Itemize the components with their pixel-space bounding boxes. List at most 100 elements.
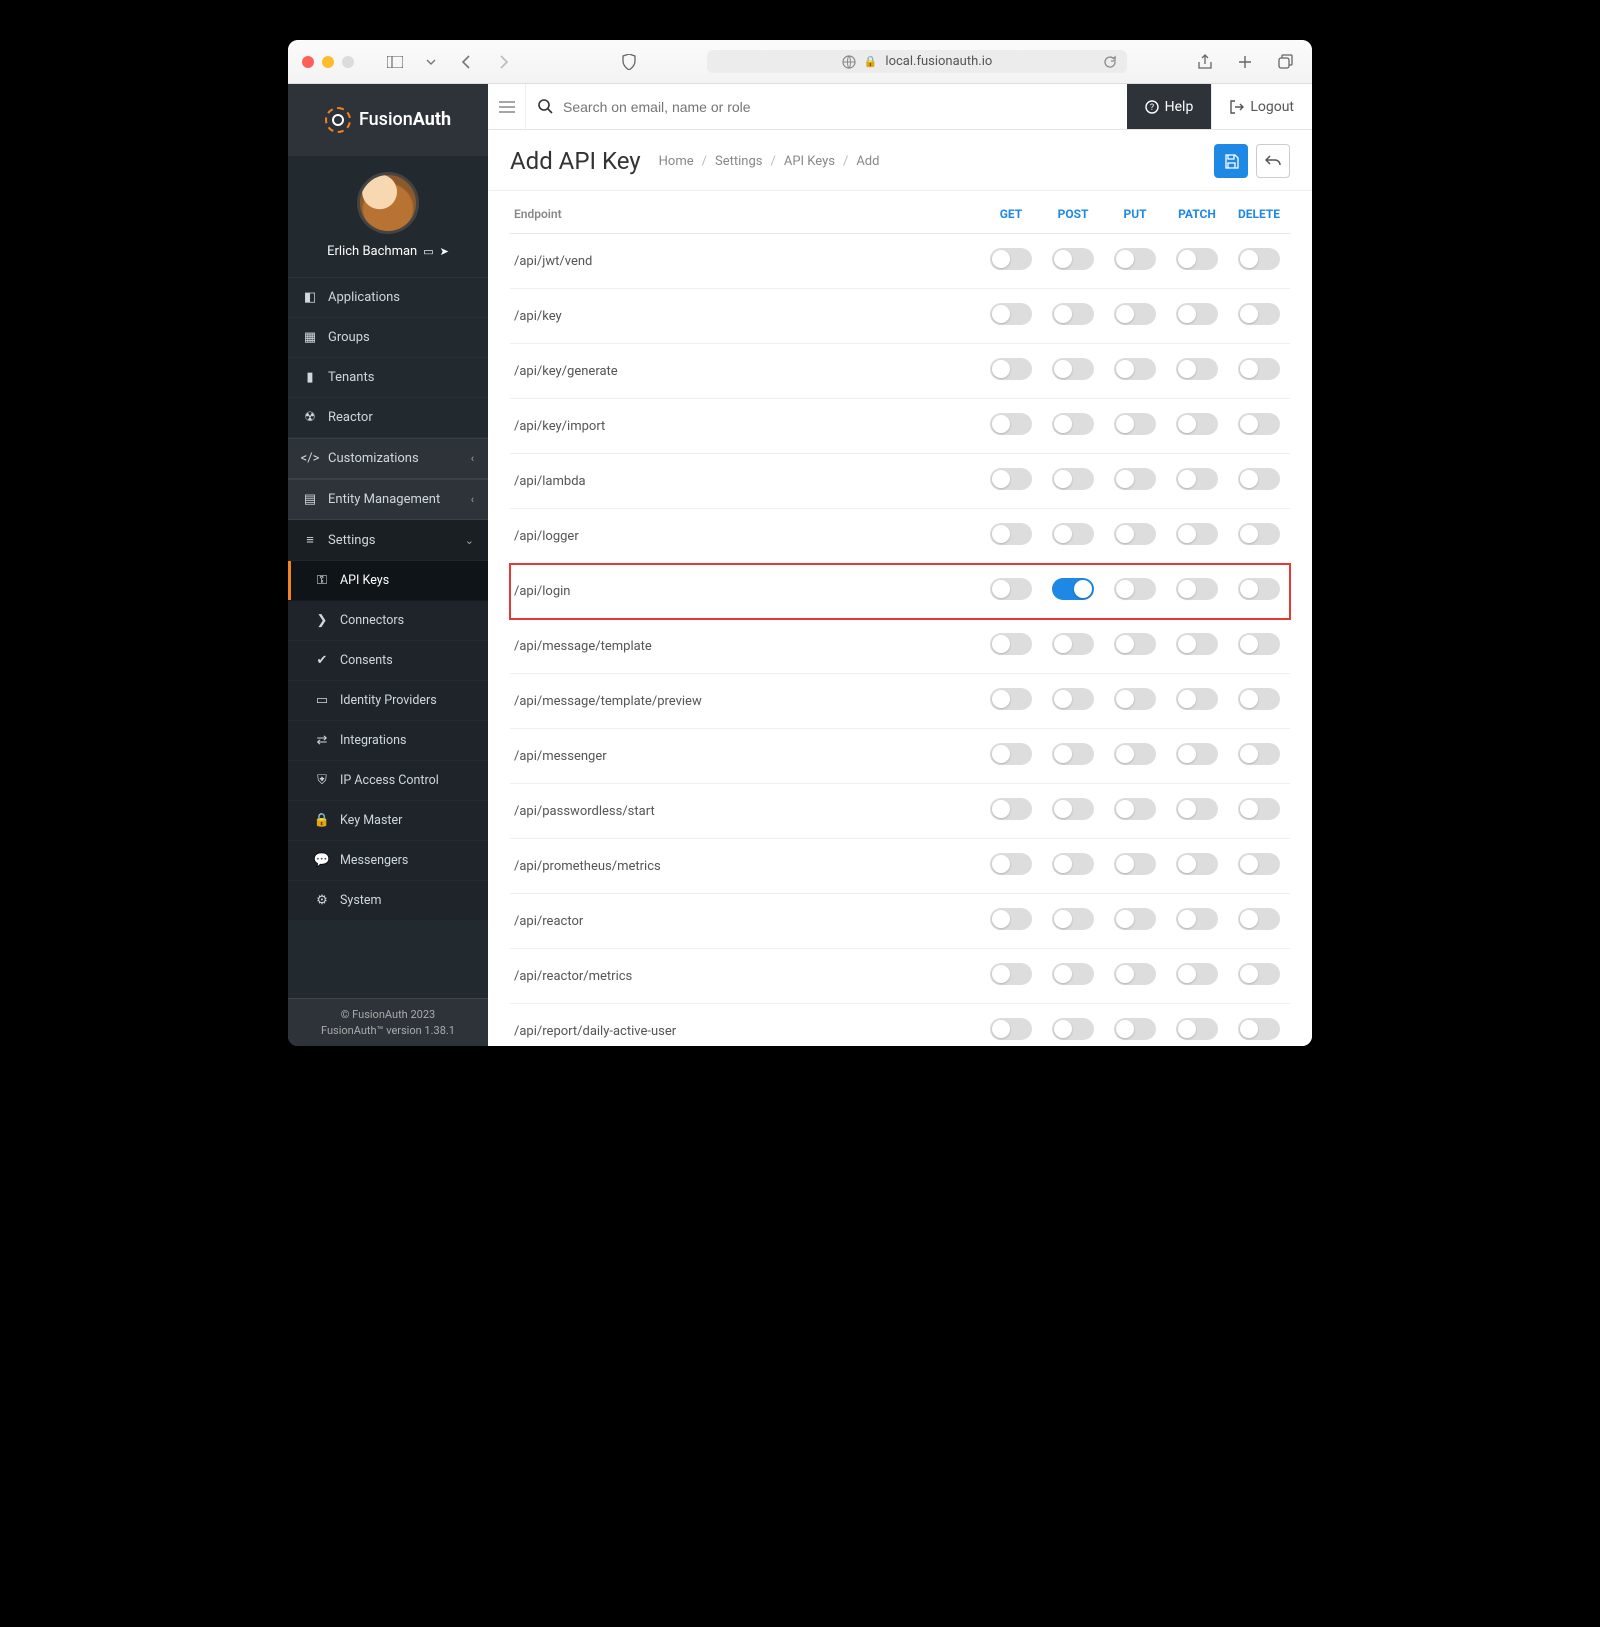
toggle-post[interactable] [1052, 358, 1094, 380]
send-icon[interactable]: ➤ [440, 245, 449, 258]
toggle-post[interactable] [1052, 1018, 1094, 1040]
address-bar[interactable]: 🔒 local.fusionauth.io [707, 50, 1127, 73]
brand[interactable]: FusionAuth [288, 84, 488, 156]
toggle-patch[interactable] [1176, 853, 1218, 875]
toggle-patch[interactable] [1176, 303, 1218, 325]
toggle-patch[interactable] [1176, 963, 1218, 985]
toggle-post[interactable] [1052, 523, 1094, 545]
toggle-put[interactable] [1114, 413, 1156, 435]
toggle-get[interactable] [990, 743, 1032, 765]
sidebar-item-key-master[interactable]: 🔒Key Master [288, 801, 488, 841]
toggle-patch[interactable] [1176, 248, 1218, 270]
sidebar-item-entity-management[interactable]: ▤Entity Management‹ [288, 479, 488, 520]
sidebar-item-connectors[interactable]: ❯Connectors [288, 601, 488, 641]
chevron-down-icon[interactable] [418, 49, 444, 75]
toggle-get[interactable] [990, 358, 1032, 380]
toggle-post[interactable] [1052, 248, 1094, 270]
endpoint-table-scroll[interactable]: EndpointGETPOSTPUTPATCHDELETE /api/jwt/v… [488, 191, 1312, 1046]
toggle-delete[interactable] [1238, 413, 1280, 435]
breadcrumb-item[interactable]: Home [659, 154, 694, 169]
breadcrumb-item[interactable]: API Keys [784, 154, 835, 169]
toggle-put[interactable] [1114, 578, 1156, 600]
forward-button[interactable] [490, 49, 516, 75]
help-button[interactable]: ? Help [1127, 84, 1212, 129]
toggle-put[interactable] [1114, 1018, 1156, 1040]
search-input[interactable] [563, 99, 1115, 115]
sidebar-item-ip-access-control[interactable]: ⛨IP Access Control [288, 761, 488, 801]
toggle-post[interactable] [1052, 633, 1094, 655]
minimize-icon[interactable] [322, 56, 334, 68]
sidebar-item-identity-providers[interactable]: ▭Identity Providers [288, 681, 488, 721]
share-icon[interactable] [1192, 49, 1218, 75]
toggle-patch[interactable] [1176, 413, 1218, 435]
avatar[interactable] [357, 172, 419, 234]
toggle-patch[interactable] [1176, 523, 1218, 545]
toggle-patch[interactable] [1176, 1018, 1218, 1040]
toggle-delete[interactable] [1238, 468, 1280, 490]
toggle-post[interactable] [1052, 963, 1094, 985]
toggle-get[interactable] [990, 468, 1032, 490]
toggle-get[interactable] [990, 908, 1032, 930]
back-button[interactable] [454, 49, 480, 75]
id-card-icon[interactable]: ▭ [423, 245, 433, 258]
logout-button[interactable]: Logout [1211, 84, 1312, 129]
toggle-get[interactable] [990, 963, 1032, 985]
toggle-patch[interactable] [1176, 468, 1218, 490]
toggle-delete[interactable] [1238, 358, 1280, 380]
toggle-put[interactable] [1114, 468, 1156, 490]
maximize-icon[interactable] [342, 56, 354, 68]
back-action-button[interactable] [1256, 144, 1290, 178]
close-icon[interactable] [302, 56, 314, 68]
toggle-get[interactable] [990, 413, 1032, 435]
toggle-patch[interactable] [1176, 743, 1218, 765]
toggle-post[interactable] [1052, 743, 1094, 765]
toggle-patch[interactable] [1176, 908, 1218, 930]
toggle-delete[interactable] [1238, 908, 1280, 930]
toggle-delete[interactable] [1238, 688, 1280, 710]
collapse-sidebar-button[interactable] [488, 84, 526, 129]
toggle-put[interactable] [1114, 633, 1156, 655]
toggle-get[interactable] [990, 853, 1032, 875]
toggle-post[interactable] [1052, 688, 1094, 710]
toggle-delete[interactable] [1238, 853, 1280, 875]
toggle-delete[interactable] [1238, 633, 1280, 655]
toggle-get[interactable] [990, 688, 1032, 710]
sidebar-toggle-icon[interactable] [382, 49, 408, 75]
sidebar-item-groups[interactable]: ▦Groups [288, 318, 488, 358]
toggle-put[interactable] [1114, 853, 1156, 875]
toggle-put[interactable] [1114, 688, 1156, 710]
sidebar-item-system[interactable]: ⚙System [288, 881, 488, 921]
sidebar-item-reactor[interactable]: ☢Reactor [288, 398, 488, 438]
toggle-delete[interactable] [1238, 303, 1280, 325]
toggle-put[interactable] [1114, 908, 1156, 930]
toggle-post[interactable] [1052, 798, 1094, 820]
tabs-icon[interactable] [1272, 49, 1298, 75]
toggle-delete[interactable] [1238, 1018, 1280, 1040]
toggle-get[interactable] [990, 1018, 1032, 1040]
toggle-get[interactable] [990, 523, 1032, 545]
toggle-put[interactable] [1114, 248, 1156, 270]
reload-icon[interactable] [1103, 55, 1117, 69]
toggle-put[interactable] [1114, 963, 1156, 985]
toggle-get[interactable] [990, 303, 1032, 325]
sidebar-item-settings[interactable]: ≡Settings⌄ [288, 520, 488, 561]
toggle-post[interactable] [1052, 413, 1094, 435]
toggle-delete[interactable] [1238, 743, 1280, 765]
sidebar-item-messengers[interactable]: 💬Messengers [288, 841, 488, 881]
toggle-post[interactable] [1052, 468, 1094, 490]
toggle-delete[interactable] [1238, 963, 1280, 985]
toggle-put[interactable] [1114, 358, 1156, 380]
toggle-patch[interactable] [1176, 688, 1218, 710]
toggle-patch[interactable] [1176, 798, 1218, 820]
toggle-delete[interactable] [1238, 523, 1280, 545]
toggle-put[interactable] [1114, 798, 1156, 820]
toggle-put[interactable] [1114, 523, 1156, 545]
toggle-delete[interactable] [1238, 798, 1280, 820]
toggle-delete[interactable] [1238, 578, 1280, 600]
sidebar-item-integrations[interactable]: ⇄Integrations [288, 721, 488, 761]
shield-icon[interactable] [616, 49, 642, 75]
toggle-post[interactable] [1052, 303, 1094, 325]
toggle-patch[interactable] [1176, 578, 1218, 600]
toggle-delete[interactable] [1238, 248, 1280, 270]
toggle-post[interactable] [1052, 578, 1094, 600]
